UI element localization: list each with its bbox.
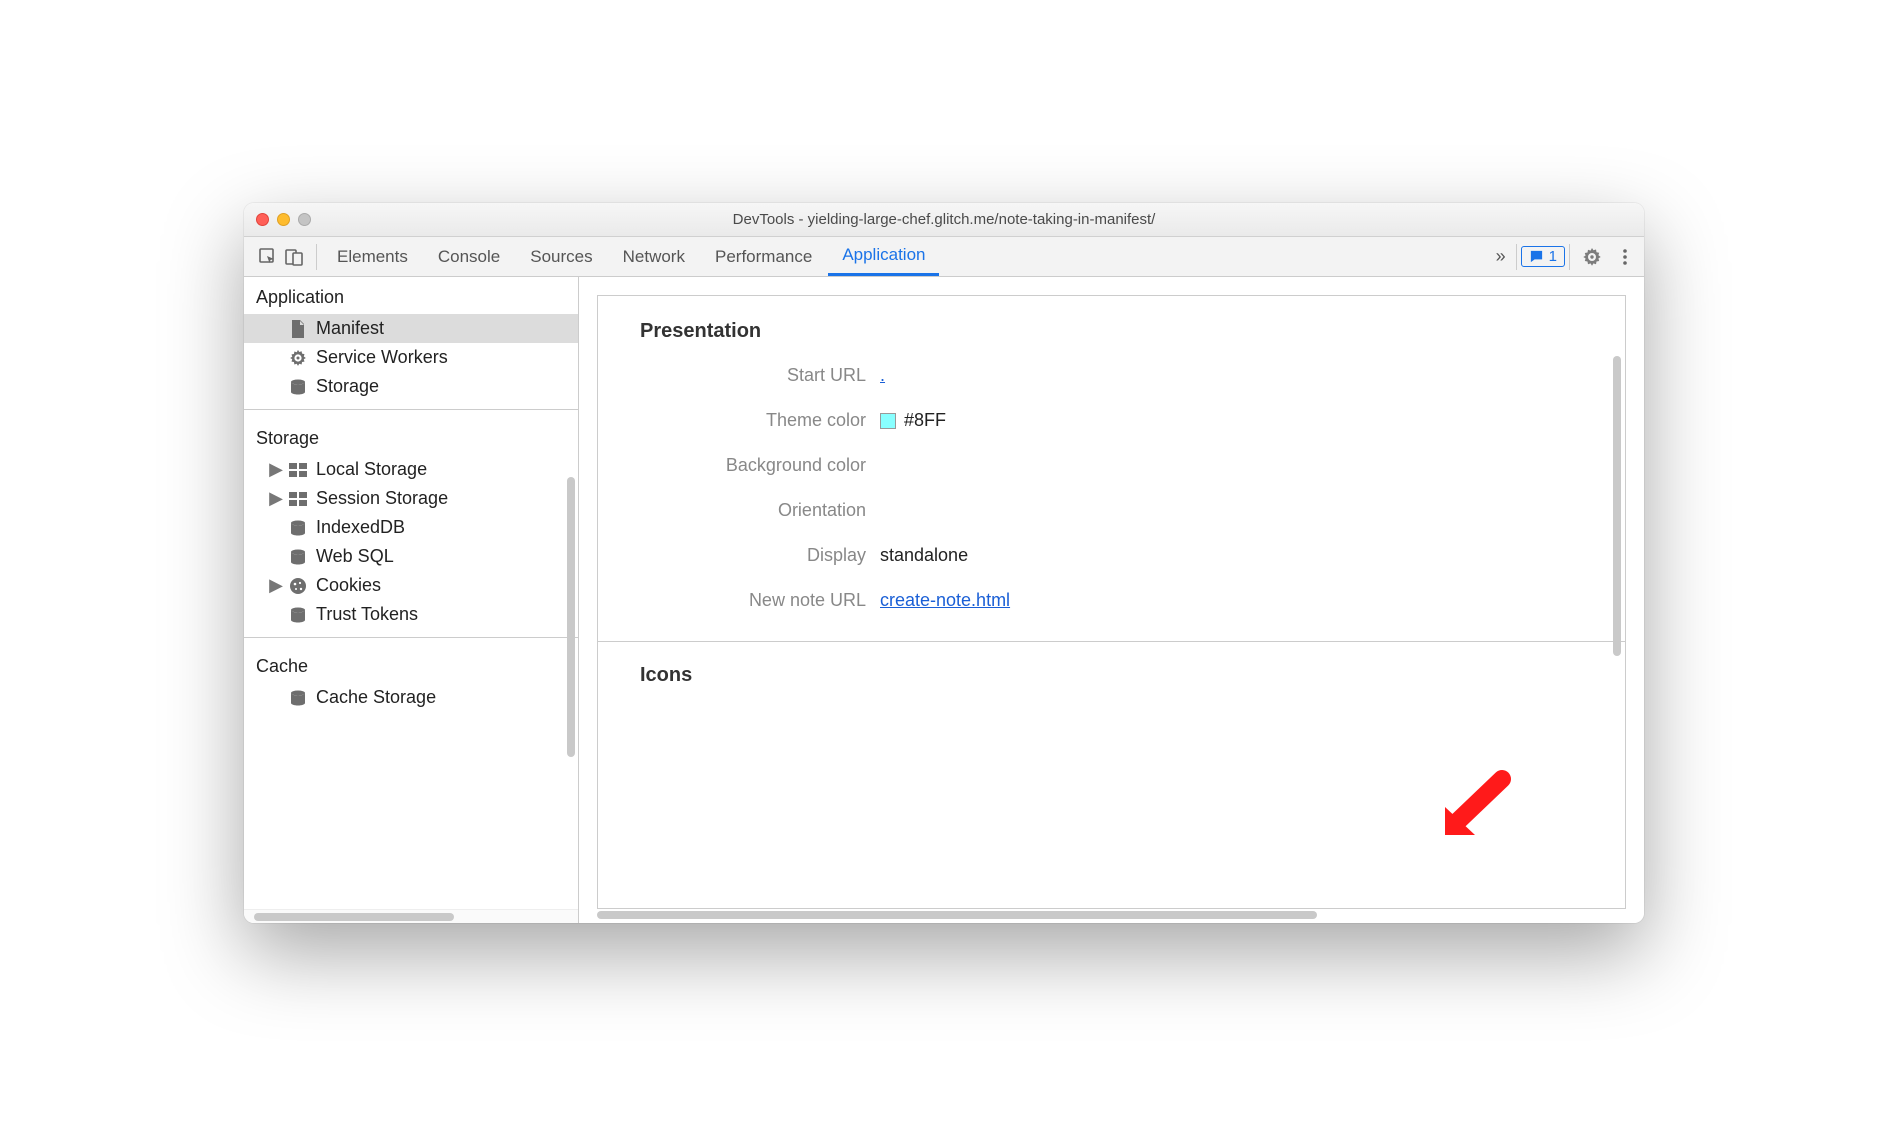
manifest-panel-inner: Presentation Start URL . Theme color #8F… xyxy=(597,295,1626,909)
sidebar-section-storage: Storage xyxy=(244,418,578,455)
table-icon xyxy=(288,463,308,477)
sidebar-item-trust-tokens[interactable]: Trust Tokens xyxy=(244,600,578,629)
table-icon xyxy=(288,492,308,506)
close-window-button[interactable] xyxy=(256,213,269,226)
device-toggle-icon[interactable] xyxy=(284,247,304,267)
sidebar-vertical-scrollbar[interactable] xyxy=(567,477,575,757)
panel-separator xyxy=(598,641,1626,642)
sidebar-item-cache-storage[interactable]: Cache Storage xyxy=(244,683,578,712)
sidebar-item-label: Web SQL xyxy=(316,546,394,567)
tab-application[interactable]: Application xyxy=(828,237,939,276)
sidebar-item-label: Cache Storage xyxy=(316,687,436,708)
icons-heading: Icons xyxy=(640,664,1625,687)
sidebar-item-indexeddb[interactable]: IndexedDB xyxy=(244,513,578,542)
row-new-note-url: New note URL create-note.html xyxy=(640,590,1625,611)
settings-gear-icon[interactable] xyxy=(1574,247,1610,267)
sidebar-item-websql[interactable]: Web SQL xyxy=(244,542,578,571)
database-icon xyxy=(288,520,308,536)
database-icon xyxy=(288,379,308,395)
label-display: Display xyxy=(640,545,880,566)
main-horizontal-scrollbar[interactable] xyxy=(597,911,1626,921)
sidebar-section-cache: Cache xyxy=(244,646,578,683)
chat-icon xyxy=(1529,249,1544,264)
disclosure-triangle-icon[interactable]: ▶ xyxy=(270,580,282,592)
main-vertical-scrollbar[interactable] xyxy=(1613,356,1621,656)
value-theme-color: #8FF xyxy=(904,410,946,431)
sidebar-item-label: Service Workers xyxy=(316,347,448,368)
sidebar-item-label: Manifest xyxy=(316,318,384,339)
sidebar-separator xyxy=(244,409,578,410)
sidebar-item-label: Cookies xyxy=(316,575,381,596)
sidebar-item-local-storage[interactable]: ▶ Local Storage xyxy=(244,455,578,484)
sidebar-item-label: Storage xyxy=(316,376,379,397)
application-sidebar: Application Manifest Service Workers xyxy=(244,277,579,923)
sidebar-item-session-storage[interactable]: ▶ Session Storage xyxy=(244,484,578,513)
sidebar-item-storage[interactable]: Storage xyxy=(244,372,578,401)
issues-count: 1 xyxy=(1549,248,1557,265)
row-orientation: Orientation xyxy=(640,500,1625,521)
row-theme-color: Theme color #8FF xyxy=(640,410,1625,431)
tab-sources[interactable]: Sources xyxy=(516,237,606,276)
tab-performance[interactable]: Performance xyxy=(701,237,826,276)
devtools-window: DevTools - yielding-large-chef.glitch.me… xyxy=(244,203,1644,923)
traffic-lights xyxy=(256,213,311,226)
window-titlebar: DevTools - yielding-large-chef.glitch.me… xyxy=(244,203,1644,237)
sidebar-item-service-workers[interactable]: Service Workers xyxy=(244,343,578,372)
manifest-panel: Presentation Start URL . Theme color #8F… xyxy=(579,277,1644,923)
theme-color-swatch xyxy=(880,413,896,429)
presentation-heading: Presentation xyxy=(640,320,1625,343)
more-options-icon[interactable] xyxy=(1614,248,1636,266)
file-icon xyxy=(288,320,308,338)
more-tabs-icon[interactable]: » xyxy=(1490,246,1512,267)
window-title: DevTools - yielding-large-chef.glitch.me… xyxy=(244,211,1644,228)
label-theme-color: Theme color xyxy=(640,410,880,431)
tab-network[interactable]: Network xyxy=(609,237,699,276)
tab-elements[interactable]: Elements xyxy=(323,237,422,276)
maximize-window-button[interactable] xyxy=(298,213,311,226)
sidebar-item-label: Session Storage xyxy=(316,488,448,509)
toolbar-divider xyxy=(316,244,317,270)
sidebar-item-manifest[interactable]: Manifest xyxy=(244,314,578,343)
database-icon xyxy=(288,549,308,565)
label-orientation: Orientation xyxy=(640,500,880,521)
cookie-icon xyxy=(288,577,308,595)
issues-button[interactable]: 1 xyxy=(1521,246,1565,267)
sidebar-item-label: Trust Tokens xyxy=(316,604,418,625)
devtools-toolbar: Elements Console Sources Network Perform… xyxy=(244,237,1644,277)
label-new-note-url: New note URL xyxy=(640,590,880,611)
value-display: standalone xyxy=(880,545,968,566)
disclosure-triangle-icon[interactable]: ▶ xyxy=(270,493,282,505)
label-start-url: Start URL xyxy=(640,365,880,386)
sidebar-item-cookies[interactable]: ▶ Cookies xyxy=(244,571,578,600)
sidebar-section-application: Application xyxy=(244,277,578,314)
label-background-color: Background color xyxy=(640,455,880,476)
row-background-color: Background color xyxy=(640,455,1625,476)
devtools-body: Application Manifest Service Workers xyxy=(244,277,1644,923)
row-start-url: Start URL . xyxy=(640,365,1625,386)
inspect-element-icon[interactable] xyxy=(258,247,278,267)
toolbar-divider xyxy=(1516,244,1517,270)
tab-console[interactable]: Console xyxy=(424,237,514,276)
sidebar-horizontal-scrollbar[interactable] xyxy=(244,909,578,923)
sidebar-item-label: Local Storage xyxy=(316,459,427,480)
database-icon xyxy=(288,690,308,706)
sidebar-separator xyxy=(244,637,578,638)
toolbar-divider xyxy=(1569,244,1570,270)
sidebar-item-label: IndexedDB xyxy=(316,517,405,538)
disclosure-triangle-icon[interactable]: ▶ xyxy=(270,464,282,476)
minimize-window-button[interactable] xyxy=(277,213,290,226)
row-display: Display standalone xyxy=(640,545,1625,566)
gear-icon xyxy=(288,349,308,367)
link-start-url[interactable]: . xyxy=(880,365,885,386)
link-new-note-url[interactable]: create-note.html xyxy=(880,590,1010,611)
database-icon xyxy=(288,607,308,623)
devtools-tabs: Elements Console Sources Network Perform… xyxy=(323,237,939,276)
